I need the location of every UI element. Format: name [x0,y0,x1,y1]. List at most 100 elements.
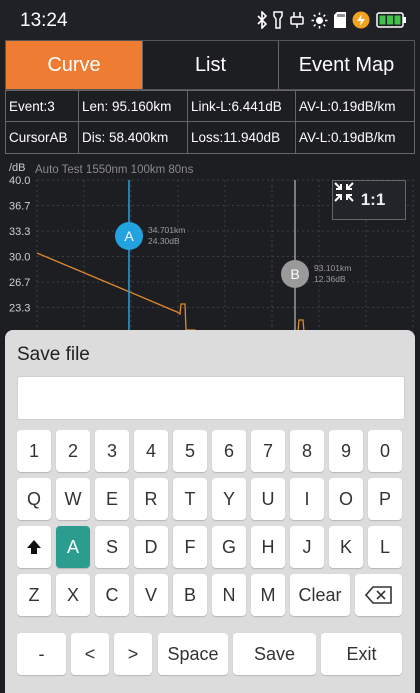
key-y[interactable]: Y [212,478,246,520]
shift-arrow-icon [26,539,42,555]
key-b[interactable]: B [173,574,207,616]
key-l[interactable]: L [368,526,402,568]
zoom-ratio: 1:1 [360,190,386,209]
flashlight-icon [273,11,283,29]
key-8[interactable]: 8 [290,430,324,472]
key-greater-than[interactable]: > [114,633,152,675]
cursor-distance-label: 93.101km [314,263,351,273]
keyboard-row-bottom: - < > Space Save Exit [17,633,407,675]
key-v[interactable]: V [134,574,168,616]
key-e[interactable]: E [95,478,129,520]
key-j[interactable]: J [290,526,324,568]
key-3[interactable]: 3 [95,430,129,472]
info-row-cursor: CursorAB Dis: 58.400km Loss:11.940dB AV-… [6,122,414,153]
average-loss: AV-L:0.19dB/km [295,91,414,121]
trace-info-table: Event:3 Len: 95.160km Link-L:6.441dB AV-… [5,90,415,154]
otdr-trace-chart[interactable]: /dB Auto Test 1550nm 100km 80ns 40.0 36.7… [5,154,415,344]
y-tick-label: 30.0 [9,252,30,264]
cursor-loss-label: 12.36dB [314,274,346,284]
key-s[interactable]: S [95,526,129,568]
cursor-loss-label: 24.30dB [148,236,180,246]
key-o[interactable]: O [329,478,363,520]
key-hyphen[interactable]: - [17,633,66,675]
key-p[interactable]: P [368,478,402,520]
y-tick-label: 23.3 [9,303,30,315]
cursor-mode: CursorAB [9,130,68,145]
key-t[interactable]: T [173,478,207,520]
key-0[interactable]: 0 [368,430,402,472]
key-h[interactable]: H [251,526,285,568]
sd-card-icon [334,12,346,28]
key-w[interactable]: W [56,478,90,520]
cursor-loss: Loss:11.940dB [187,122,295,153]
tab-event-map[interactable]: Event Map [278,41,414,89]
key-x[interactable]: X [56,574,90,616]
keyboard-row-asdf: A S D F G H J K L [17,526,407,568]
tab-curve[interactable]: Curve [6,41,142,89]
key-d[interactable]: D [134,526,168,568]
trace-length: Len: 95.160km [78,91,187,121]
key-u[interactable]: U [251,478,285,520]
key-2[interactable]: 2 [56,430,90,472]
key-z[interactable]: Z [17,574,51,616]
cursor-letter: B [290,266,299,282]
backspace-icon [364,586,393,604]
y-tick-label: 33.3 [9,226,30,238]
trace-line [36,252,201,335]
space-key[interactable]: Space [158,633,228,675]
battery-icon [376,12,406,28]
key-q[interactable]: Q [17,478,51,520]
status-icons [257,11,406,29]
y-tick-label: 40.0 [9,175,30,187]
chart-title: Auto Test 1550nm 100km 80ns [35,164,194,176]
link-loss: Link-L:6.441dB [187,91,295,121]
shift-key[interactable] [17,526,51,568]
charging-icon [352,11,370,29]
cursor-distance: Dis: 58.400km [78,122,187,153]
keyboard-row-zxcv: Z X C V B N M Clear [17,574,407,616]
exit-button[interactable]: Exit [321,633,402,675]
keyboard-row-qwerty: Q W E R T Y U I O P [17,478,407,520]
zoom-reset-button[interactable]: 1:1 [332,180,406,220]
keyboard-row-digits: 1 2 3 4 5 6 7 8 9 0 [17,430,407,472]
dialog-title: Save file [17,344,90,365]
clock: 13:24 [20,10,68,31]
save-file-dialog: Save file 1 2 3 4 5 6 7 8 9 0 Q W E R T … [5,330,415,693]
key-1[interactable]: 1 [17,430,51,472]
view-tabs: Curve List Event Map [5,40,415,90]
key-i[interactable]: I [290,478,324,520]
cursor-layer[interactable]: A 34.701km24.30dB B 93.101km12.36dB [115,180,351,344]
device-screen: { "status": { "time": "13:24", "icons": … [0,0,420,693]
key-m[interactable]: M [251,574,285,616]
key-n[interactable]: N [212,574,246,616]
info-row-event: Event:3 Len: 95.160km Link-L:6.441dB AV-… [6,91,414,122]
cursor-distance-label: 34.701km [148,225,185,235]
bluetooth-icon [257,11,267,29]
plug-icon [289,11,305,29]
key-k[interactable]: K [329,526,363,568]
key-g[interactable]: G [212,526,246,568]
status-bar: 13:24 [0,0,420,40]
backspace-key[interactable] [355,574,402,616]
event-count: Event:3 [9,98,55,114]
cursor-letter: A [124,228,134,244]
key-f[interactable]: F [173,526,207,568]
key-7[interactable]: 7 [251,430,285,472]
filename-input[interactable] [17,376,405,420]
clear-button[interactable]: Clear [290,574,350,616]
key-6[interactable]: 6 [212,430,246,472]
key-4[interactable]: 4 [134,430,168,472]
key-less-than[interactable]: < [71,633,109,675]
key-9[interactable]: 9 [329,430,363,472]
y-axis-label: /dB [9,162,26,174]
save-button[interactable]: Save [233,633,316,675]
key-c[interactable]: C [95,574,129,616]
tab-list[interactable]: List [142,41,278,89]
key-5[interactable]: 5 [173,430,207,472]
y-tick-labels: 40.0 36.7 33.3 30.0 26.7 23.3 [9,175,30,315]
key-r[interactable]: R [134,478,168,520]
key-a[interactable]: A [56,526,90,568]
brightness-icon [311,12,328,29]
y-tick-label: 26.7 [9,277,30,289]
y-tick-label: 36.7 [9,201,30,213]
